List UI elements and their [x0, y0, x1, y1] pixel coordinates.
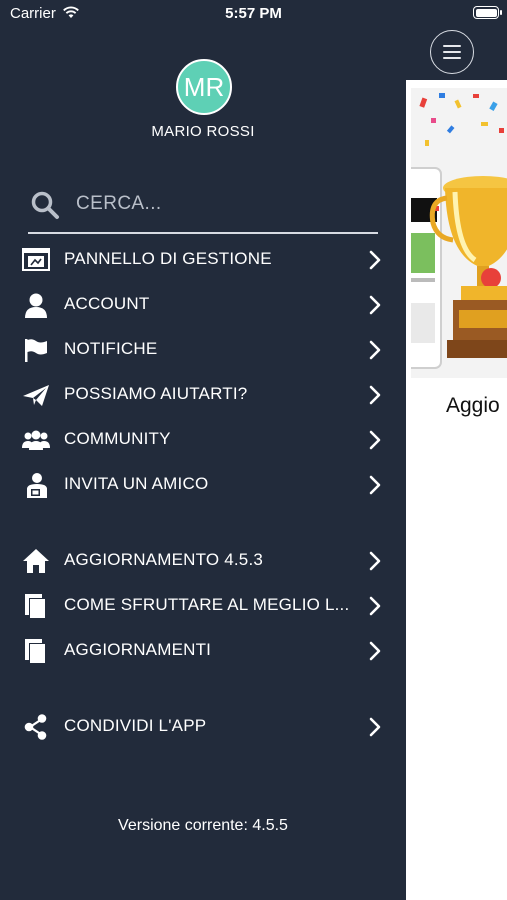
menu-item-label: COMMUNITY [64, 429, 171, 448]
menu-item-label: PANNELLO DI GESTIONE [64, 249, 272, 268]
search-icon [30, 190, 60, 225]
menu-item-come-sfruttare[interactable]: COME SFRUTTARE AL MEGLIO L... [0, 583, 406, 628]
hamburger-icon [443, 45, 461, 47]
menu-item-account[interactable]: ACCOUNT [0, 282, 406, 327]
menu-item-condividi-app[interactable]: CONDIVIDI L'APP [0, 704, 406, 749]
share-icon [22, 713, 50, 741]
menu-item-label: CONDIVIDI L'APP [64, 716, 207, 735]
hamburger-icon-line [443, 57, 461, 59]
hamburger-menu-button[interactable] [430, 30, 474, 74]
paper-plane-icon [22, 381, 50, 409]
hamburger-icon-line [443, 51, 461, 53]
menu-item-aggiornamenti[interactable]: AGGIORNAMENTI [0, 628, 406, 673]
home-icon [22, 547, 50, 575]
menu-item-label: ACCOUNT [64, 294, 150, 313]
menu-item-community[interactable]: COMMUNITY [0, 417, 406, 462]
status-bar: Carrier 5:57 PM [0, 0, 507, 28]
side-drawer: MR MARIO ROSSI PANNELLO DI GESTIONE [0, 0, 406, 900]
pages-icon [22, 592, 50, 620]
pages-icon [22, 637, 50, 665]
chevron-right-icon [368, 641, 382, 666]
group-icon [22, 426, 50, 454]
chevron-right-icon [368, 596, 382, 621]
battery-icon [473, 6, 502, 19]
chevron-right-icon [368, 385, 382, 410]
user-icon [22, 291, 50, 319]
trophy-image[interactable] [411, 88, 507, 378]
chevron-right-icon [368, 430, 382, 455]
chevron-right-icon [368, 717, 382, 742]
chevron-right-icon [368, 340, 382, 365]
content-caption[interactable]: Aggio [446, 394, 500, 418]
main-content-panel[interactable]: Aggio [406, 80, 507, 900]
menu-item-label: AGGIORNAMENTI [64, 640, 212, 659]
menu-item-aggiornamento-4-5-3[interactable]: AGGIORNAMENTO 4.5.3 [0, 538, 406, 583]
menu-item-label: NOTIFICHE [64, 339, 158, 358]
menu-item-label: AGGIORNAMENTO 4.5.3 [64, 550, 264, 569]
version-label: Versione corrente: 4.5.5 [118, 817, 288, 834]
invite-icon [22, 471, 50, 499]
user-name: MARIO ROSSI [151, 123, 255, 140]
menu-item-label: POSSIAMO AIUTARTI? [64, 384, 248, 403]
menu-item-label: COME SFRUTTARE AL MEGLIO L... [64, 595, 350, 614]
menu-item-invita-un-amico[interactable]: INVITA UN AMICO [0, 462, 406, 507]
search-input[interactable] [74, 188, 368, 220]
menu-item-label: INVITA UN AMICO [64, 474, 209, 493]
menu-item-pannello-di-gestione[interactable]: PANNELLO DI GESTIONE [0, 237, 406, 282]
chevron-right-icon [368, 295, 382, 320]
menu-item-possiamo-aiutarti[interactable]: POSSIAMO AIUTARTI? [0, 372, 406, 417]
dashboard-icon [22, 246, 50, 274]
menu-item-notifiche[interactable]: NOTIFICHE [0, 327, 406, 372]
chevron-right-icon [368, 551, 382, 576]
flag-icon [22, 336, 50, 364]
chevron-right-icon [368, 250, 382, 275]
avatar[interactable]: MR [176, 59, 232, 115]
clock: 5:57 PM [225, 5, 282, 22]
search-bar[interactable] [28, 180, 378, 234]
chevron-right-icon [368, 475, 382, 500]
